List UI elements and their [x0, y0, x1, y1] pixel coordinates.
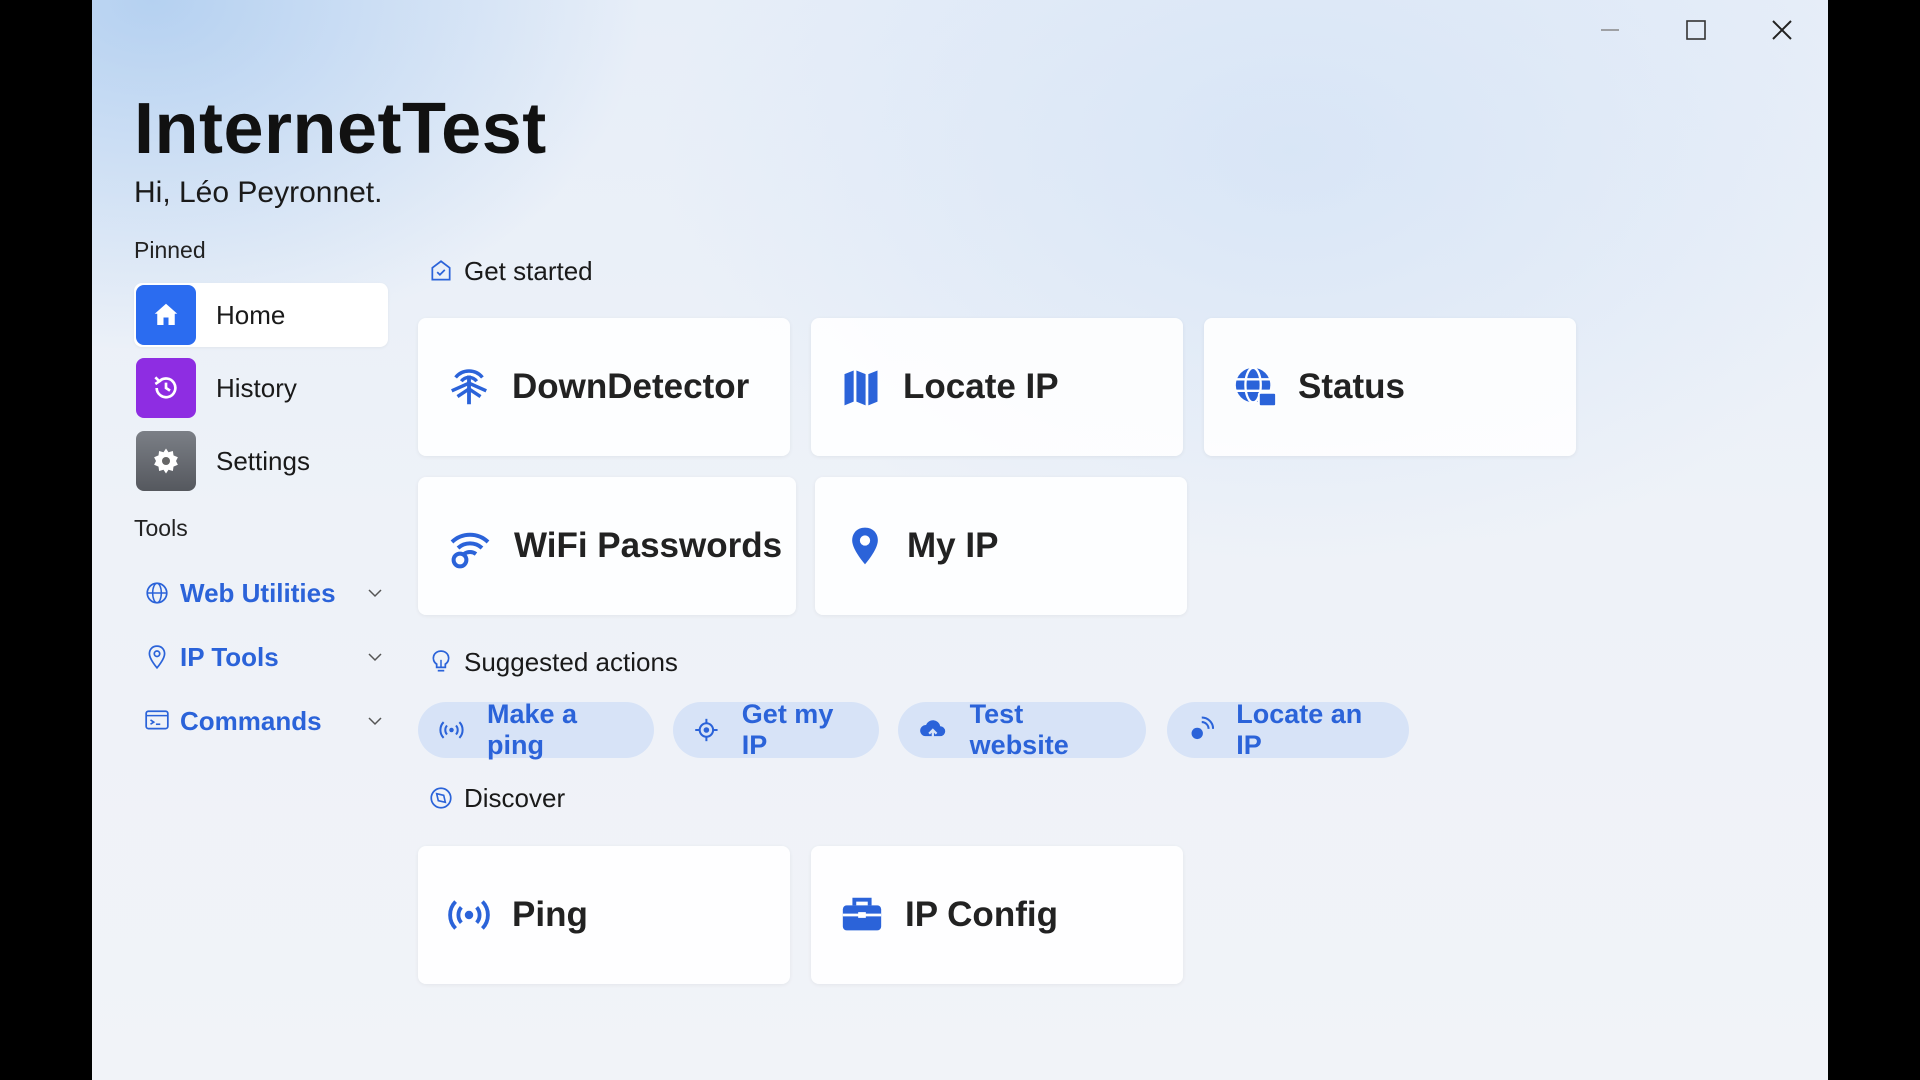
- nav-label-settings: Settings: [216, 445, 310, 476]
- chip-label-get-my-ip: Get my IP: [741, 699, 834, 760]
- chevron-down-icon: [368, 589, 382, 598]
- gear-icon: [136, 431, 196, 491]
- app-title: InternetTest: [134, 89, 547, 169]
- card-locate-ip[interactable]: Locate IP: [811, 318, 1183, 456]
- card-label-ping: Ping: [512, 895, 588, 934]
- terminal-icon: [145, 710, 169, 730]
- nav-item-history[interactable]: History: [134, 356, 388, 420]
- card-my-ip[interactable]: My IP: [815, 477, 1187, 615]
- history-icon: [136, 358, 196, 418]
- tool-label-ip-tools: IP Tools: [180, 641, 279, 672]
- map-icon: [844, 370, 878, 406]
- chip-get-my-ip[interactable]: Get my IP: [673, 699, 879, 760]
- lightbulb-icon: [432, 650, 450, 672]
- section-get-started: Get started: [428, 253, 593, 289]
- tools-label: Tools: [134, 515, 188, 541]
- chip-label-make-a-ping: Make a ping: [487, 699, 578, 760]
- chevron-down-icon: [368, 717, 382, 726]
- toolbox-icon: [842, 897, 882, 931]
- card-label-wifi-passwords: WiFi Passwords: [514, 526, 783, 565]
- locate-icon: [1191, 716, 1215, 740]
- ping-icon: [439, 721, 464, 739]
- card-label-my-ip: My IP: [907, 526, 999, 565]
- tool-label-commands: Commands: [180, 705, 322, 736]
- close-icon: [1772, 20, 1792, 40]
- tool-ip-tools[interactable]: IP Tools: [144, 635, 384, 679]
- minimize-button[interactable]: [1580, 10, 1640, 50]
- cloud-upload-icon: [920, 720, 946, 743]
- chip-test-website[interactable]: Test website: [898, 699, 1146, 760]
- greeting-text: Hi, Léo Peyronnet.: [134, 176, 383, 209]
- card-label-locate-ip: Locate IP: [903, 367, 1059, 406]
- tool-label-web-utilities: Web Utilities: [180, 577, 336, 608]
- card-ping[interactable]: Ping: [418, 846, 790, 984]
- card-ip-config[interactable]: IP Config: [811, 846, 1183, 984]
- antenna-icon: [451, 369, 487, 405]
- pinned-label: Pinned: [134, 237, 206, 263]
- location-pin-icon: [148, 645, 166, 670]
- globe-status-icon: [1235, 366, 1278, 408]
- close-button[interactable]: [1752, 10, 1812, 50]
- nav-label-history: History: [216, 372, 297, 403]
- card-status[interactable]: Status: [1204, 318, 1576, 456]
- chip-make-a-ping[interactable]: Make a ping: [418, 699, 654, 760]
- nav-label-home: Home: [216, 299, 286, 330]
- wifi-key-icon: [450, 532, 490, 569]
- card-label-downdetector: DownDetector: [512, 367, 750, 406]
- ping-icon: [448, 900, 490, 930]
- chevron-down-icon: [368, 653, 382, 662]
- chip-label-locate-an-ip: Locate an IP: [1236, 699, 1363, 760]
- tool-web-utilities[interactable]: Web Utilities: [144, 571, 384, 615]
- tool-commands[interactable]: Commands: [144, 699, 384, 743]
- card-downdetector[interactable]: DownDetector: [418, 318, 790, 456]
- section-discover: Discover: [428, 780, 565, 816]
- compass-icon: [430, 787, 452, 809]
- section-label-get-started: Get started: [464, 255, 593, 286]
- section-suggested-actions: Suggested actions: [428, 644, 678, 680]
- chip-label-test-website: Test website: [969, 699, 1069, 760]
- location-pin-icon: [852, 527, 878, 565]
- section-label-discover: Discover: [464, 782, 566, 813]
- card-wifi-passwords[interactable]: WiFi Passwords: [418, 477, 796, 615]
- target-icon: [695, 718, 718, 742]
- home-icon: [136, 285, 196, 345]
- globe-icon: [146, 582, 168, 604]
- maximize-button[interactable]: [1666, 10, 1726, 50]
- section-label-suggested-actions: Suggested actions: [464, 646, 678, 677]
- maximize-icon: [1686, 20, 1706, 40]
- app-window: InternetTest Hi, Léo Peyronnet. Pinned H…: [92, 0, 1828, 1080]
- chip-locate-an-ip[interactable]: Locate an IP: [1167, 699, 1409, 760]
- minimize-icon: [1601, 29, 1619, 31]
- card-label-ip-config: IP Config: [905, 895, 1058, 934]
- home-outline-icon: [431, 260, 451, 281]
- card-label-status: Status: [1298, 367, 1405, 406]
- nav-item-settings[interactable]: Settings: [134, 429, 388, 493]
- nav-item-home[interactable]: Home: [134, 283, 388, 347]
